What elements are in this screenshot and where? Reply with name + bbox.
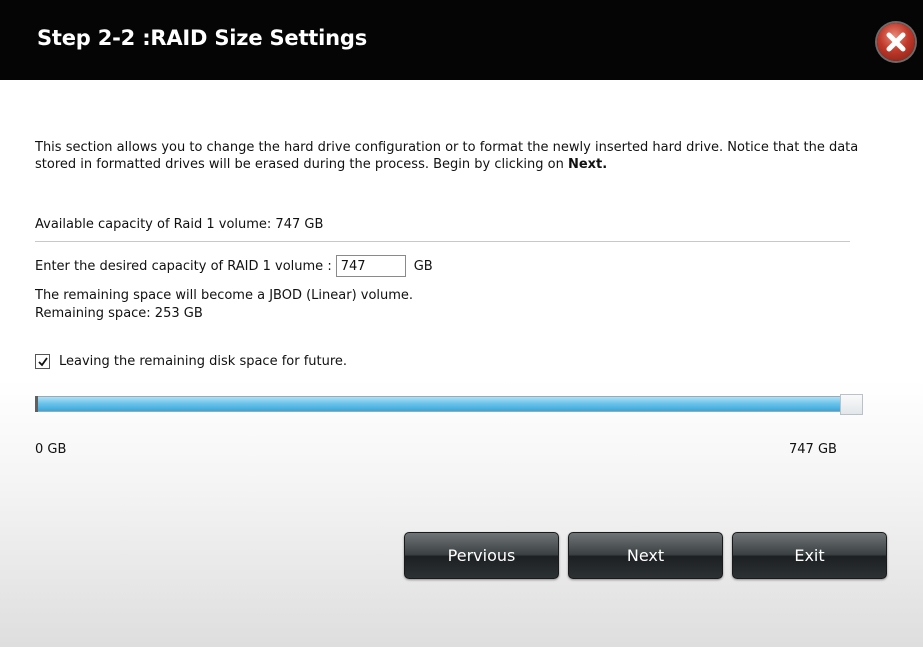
leave-space-checkbox[interactable] xyxy=(35,354,50,369)
desired-capacity-input[interactable] xyxy=(335,255,406,277)
capacity-slider-handle[interactable] xyxy=(840,394,863,415)
exit-button[interactable]: Exit xyxy=(732,532,887,579)
next-button[interactable]: Next xyxy=(568,532,723,579)
description-emphasis: Next. xyxy=(567,157,608,172)
desired-capacity-row: Enter the desired capacity of RAID 1 vol… xyxy=(35,255,433,277)
previous-button[interactable]: Pervious xyxy=(404,532,559,579)
dialog-content: This section allows you to change the ha… xyxy=(0,80,923,647)
dialog-title: Step 2-2 :RAID Size Settings xyxy=(37,26,368,50)
close-icon xyxy=(886,32,906,52)
leave-space-label: Leaving the remaining disk space for fut… xyxy=(59,354,348,369)
capacity-slider-track[interactable] xyxy=(35,396,853,412)
capacity-unit-label: GB xyxy=(413,258,433,274)
remaining-space-label: Remaining space: 253 GB xyxy=(35,306,203,321)
desired-capacity-label: Enter the desired capacity of RAID 1 vol… xyxy=(35,258,332,274)
slider-max-label: 747 GB xyxy=(789,442,837,457)
slider-start-marker xyxy=(35,396,38,412)
description-body: This section allows you to change the ha… xyxy=(35,140,859,172)
description-text: This section allows you to change the ha… xyxy=(35,139,895,173)
leave-space-option[interactable]: Leaving the remaining disk space for fut… xyxy=(35,354,347,369)
checkmark-icon xyxy=(38,357,48,367)
divider xyxy=(35,241,850,242)
remaining-note: The remaining space will become a JBOD (… xyxy=(35,288,414,303)
available-capacity-label: Available capacity of Raid 1 volume: 747… xyxy=(35,217,324,232)
close-button[interactable] xyxy=(877,23,915,61)
slider-min-label: 0 GB xyxy=(35,442,67,457)
dialog-titlebar: Step 2-2 :RAID Size Settings xyxy=(0,0,923,80)
